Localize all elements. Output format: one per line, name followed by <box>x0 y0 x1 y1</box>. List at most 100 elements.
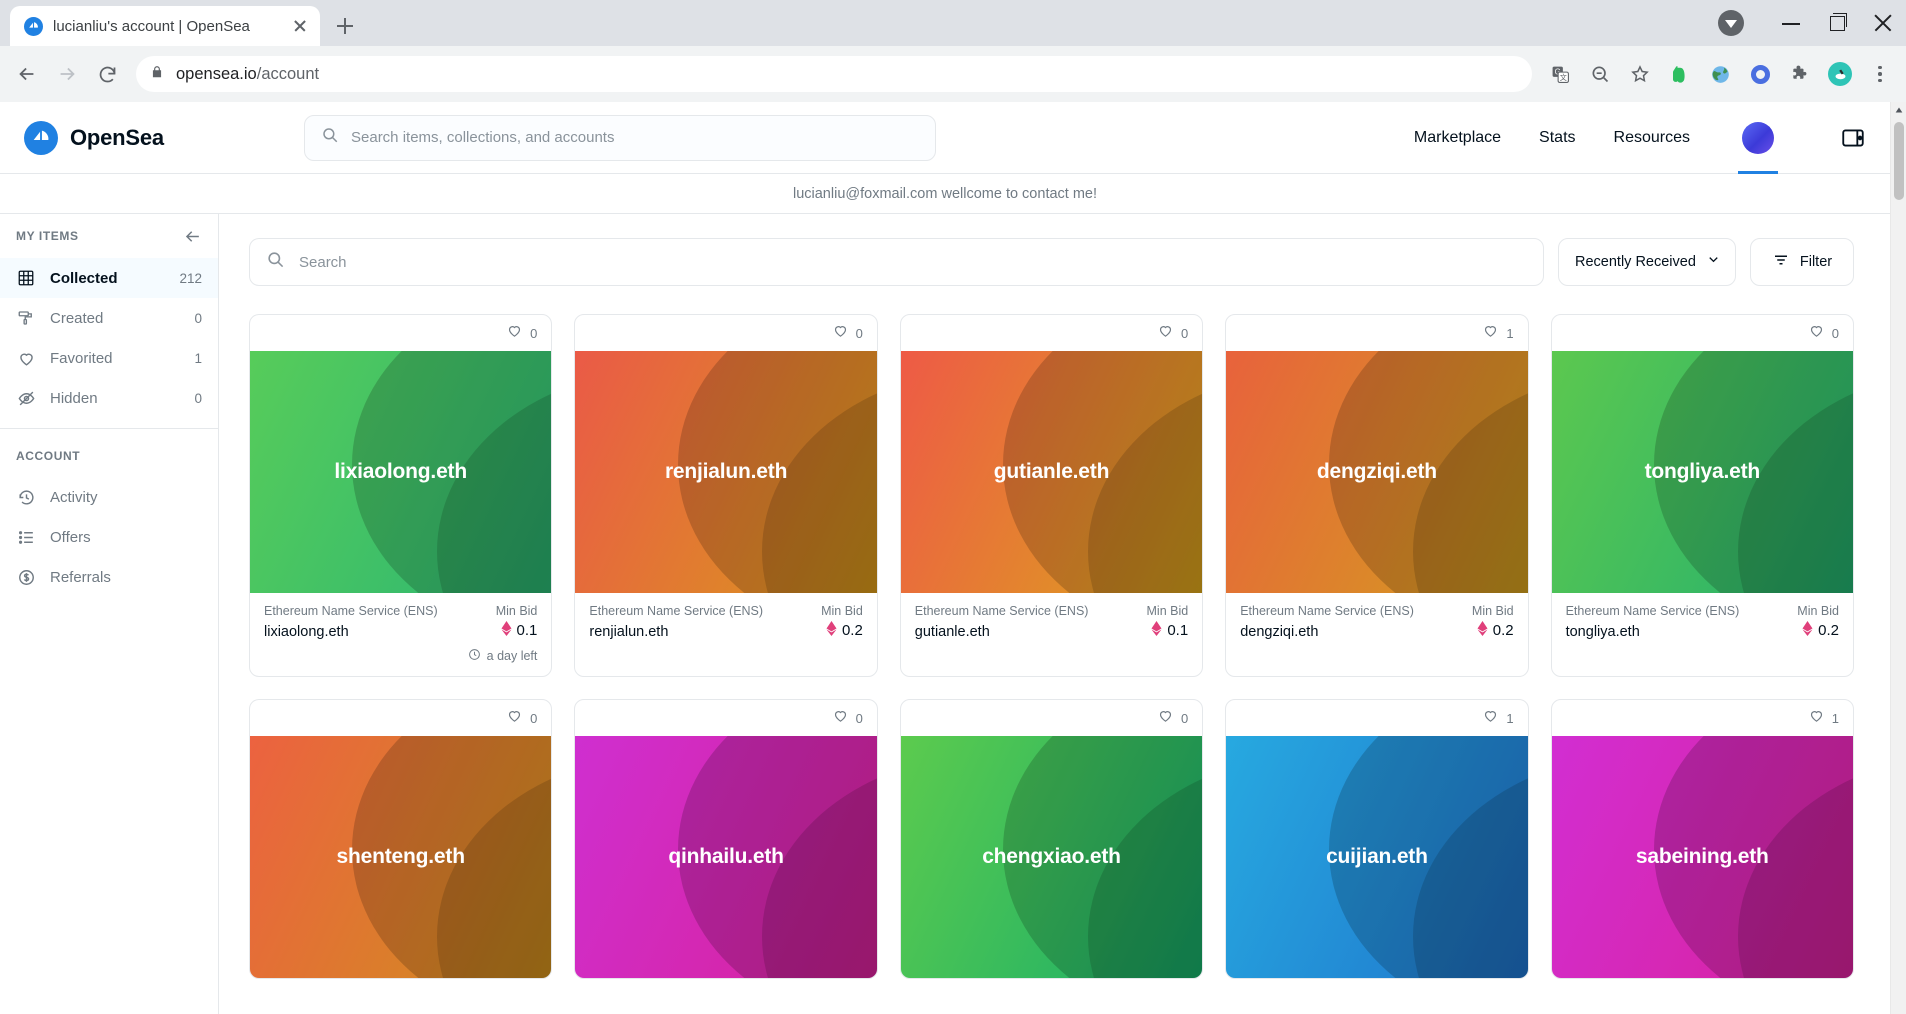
ethereum-icon <box>1151 621 1162 640</box>
sidebar-item-offers[interactable]: Offers <box>0 517 218 557</box>
nft-card[interactable]: 1 cuijian.eth <box>1225 699 1528 979</box>
nft-card[interactable]: 1 dengziqi.eth Ethereum Name Service (EN… <box>1225 314 1528 677</box>
nav-resources[interactable]: Resources <box>1614 129 1690 147</box>
nft-card[interactable]: 0 tongliya.eth Ethereum Name Service (EN… <box>1551 314 1854 677</box>
heart-icon[interactable] <box>506 707 523 729</box>
kebab-menu-icon[interactable] <box>1862 56 1898 92</box>
nft-artwork-label: dengziqi.eth <box>1309 460 1445 484</box>
sidebar-item-collected[interactable]: Collected 212 <box>0 258 218 298</box>
nft-card-meta-row: Ethereum Name Service (ENS) Min Bid <box>1566 604 1839 618</box>
heart-icon[interactable] <box>1482 707 1499 729</box>
heart-icon[interactable] <box>832 707 849 729</box>
toolbar-icons: G文 <box>1542 56 1898 92</box>
nft-card[interactable]: 0 qinhailu.eth <box>574 699 877 979</box>
items-search-input[interactable]: Search <box>249 238 1544 286</box>
minimize-button[interactable] <box>1768 0 1814 46</box>
heart-icon[interactable] <box>506 322 523 344</box>
scroll-up-arrow[interactable] <box>1891 102 1906 118</box>
heart-icon[interactable] <box>1808 707 1825 729</box>
address-bar-url: opensea.io/account <box>176 65 319 84</box>
nft-artwork-label: qinhailu.eth <box>660 845 791 869</box>
nft-price: 0.2 <box>826 621 863 640</box>
browser-toolbar: opensea.io/account G文 <box>0 46 1906 102</box>
nft-like-count: 0 <box>856 711 863 726</box>
nft-artwork-label: tongliya.eth <box>1637 460 1768 484</box>
nft-artwork-label: lixiaolong.eth <box>326 460 475 484</box>
forward-button[interactable] <box>48 55 86 93</box>
page-scrollbar[interactable] <box>1890 102 1906 1014</box>
nft-price-value: 0.2 <box>842 622 863 639</box>
sidebar-item-created[interactable]: Created 0 <box>0 298 218 338</box>
opensea-page: OpenSea Search items, collections, and a… <box>0 102 1890 1014</box>
grid-icon <box>16 269 36 287</box>
heart-icon[interactable] <box>1157 707 1174 729</box>
sort-dropdown[interactable]: Recently Received <box>1558 238 1736 286</box>
account-avatar[interactable] <box>1738 102 1778 174</box>
heart-icon[interactable] <box>1482 322 1499 344</box>
sidebar-count-favorited: 1 <box>194 351 202 366</box>
close-tab-icon[interactable] <box>290 16 310 36</box>
sidebar-item-activity[interactable]: Activity <box>0 477 218 517</box>
sidebar-item-hidden[interactable]: Hidden 0 <box>0 378 218 418</box>
nav-marketplace[interactable]: Marketplace <box>1414 129 1501 147</box>
nft-minbid-label: Min Bid <box>821 604 863 618</box>
heart-icon[interactable] <box>832 322 849 344</box>
close-window-button[interactable] <box>1860 0 1906 46</box>
opensea-logo[interactable]: OpenSea <box>24 121 284 155</box>
nft-price-value: 0.2 <box>1493 622 1514 639</box>
heart-icon[interactable] <box>1808 322 1825 344</box>
translate-icon[interactable]: G文 <box>1542 56 1578 92</box>
wallet-button[interactable] <box>1840 125 1866 151</box>
ring-icon[interactable] <box>1742 56 1778 92</box>
nft-artwork: chengxiao.eth <box>901 736 1202 978</box>
collapse-sidebar-button[interactable] <box>183 227 202 246</box>
nft-card[interactable]: 0 chengxiao.eth <box>900 699 1203 979</box>
page-viewport: OpenSea Search items, collections, and a… <box>0 102 1906 1014</box>
nft-minbid-label: Min Bid <box>1797 604 1839 618</box>
nft-card-price-row: dengziqi.eth 0.2 <box>1240 618 1513 640</box>
ethereum-icon <box>501 621 512 640</box>
nft-card[interactable]: 0 renjialun.eth Ethereum Name Service (E… <box>574 314 877 677</box>
browser-tab[interactable]: lucianliu's account | OpenSea <box>10 6 320 46</box>
nft-price-value: 0.1 <box>517 622 538 639</box>
list-icon <box>16 528 36 547</box>
profile-avatar-icon[interactable] <box>1822 56 1858 92</box>
zoom-out-icon[interactable] <box>1582 56 1618 92</box>
nft-like-count: 1 <box>1832 711 1839 726</box>
globe-icon[interactable] <box>1702 56 1738 92</box>
nft-card[interactable]: 0 gutianle.eth Ethereum Name Service (EN… <box>900 314 1203 677</box>
nav-stats[interactable]: Stats <box>1539 129 1575 147</box>
global-search-input[interactable]: Search items, collections, and accounts <box>304 115 936 161</box>
sidebar-label-activity: Activity <box>50 489 202 506</box>
reload-button[interactable] <box>88 55 126 93</box>
bookmark-star-icon[interactable] <box>1622 56 1658 92</box>
nft-card-top: 1 <box>1226 700 1527 736</box>
sidebar-item-referrals[interactable]: Referrals <box>0 557 218 597</box>
items-grid: 0 lixiaolong.eth Ethereum Name Service (… <box>249 314 1854 979</box>
nft-card[interactable]: 0 lixiaolong.eth Ethereum Name Service (… <box>249 314 552 677</box>
nft-card-top: 0 <box>250 315 551 351</box>
address-bar[interactable]: opensea.io/account <box>136 56 1532 92</box>
back-button[interactable] <box>8 55 46 93</box>
filter-button[interactable]: Filter <box>1750 238 1854 286</box>
puzzle-icon[interactable] <box>1782 56 1818 92</box>
evernote-icon[interactable] <box>1662 56 1698 92</box>
nft-card[interactable]: 0 shenteng.eth <box>249 699 552 979</box>
nft-card[interactable]: 1 sabeining.eth <box>1551 699 1854 979</box>
heart-icon[interactable] <box>1157 322 1174 344</box>
nft-artwork-label: cuijian.eth <box>1318 845 1436 869</box>
download-indicator-icon[interactable] <box>1718 10 1744 36</box>
opensea-brand-label: OpenSea <box>70 125 164 151</box>
new-tab-button[interactable] <box>328 9 362 43</box>
clock-history-icon <box>16 488 36 507</box>
sidebar-label-offers: Offers <box>50 529 202 546</box>
sidebar-item-favorited[interactable]: Favorited 1 <box>0 338 218 378</box>
nft-card-meta-row: Ethereum Name Service (ENS) Min Bid <box>264 604 537 618</box>
nft-artwork: sabeining.eth <box>1552 736 1853 978</box>
nft-card-price-row: gutianle.eth 0.1 <box>915 618 1188 640</box>
maximize-button[interactable] <box>1814 0 1860 46</box>
scrollbar-thumb[interactable] <box>1894 122 1904 200</box>
opensea-logo-icon <box>24 121 58 155</box>
nft-artwork: dengziqi.eth <box>1226 351 1527 593</box>
contact-banner: lucianliu@foxmail.com wellcome to contac… <box>0 174 1890 214</box>
